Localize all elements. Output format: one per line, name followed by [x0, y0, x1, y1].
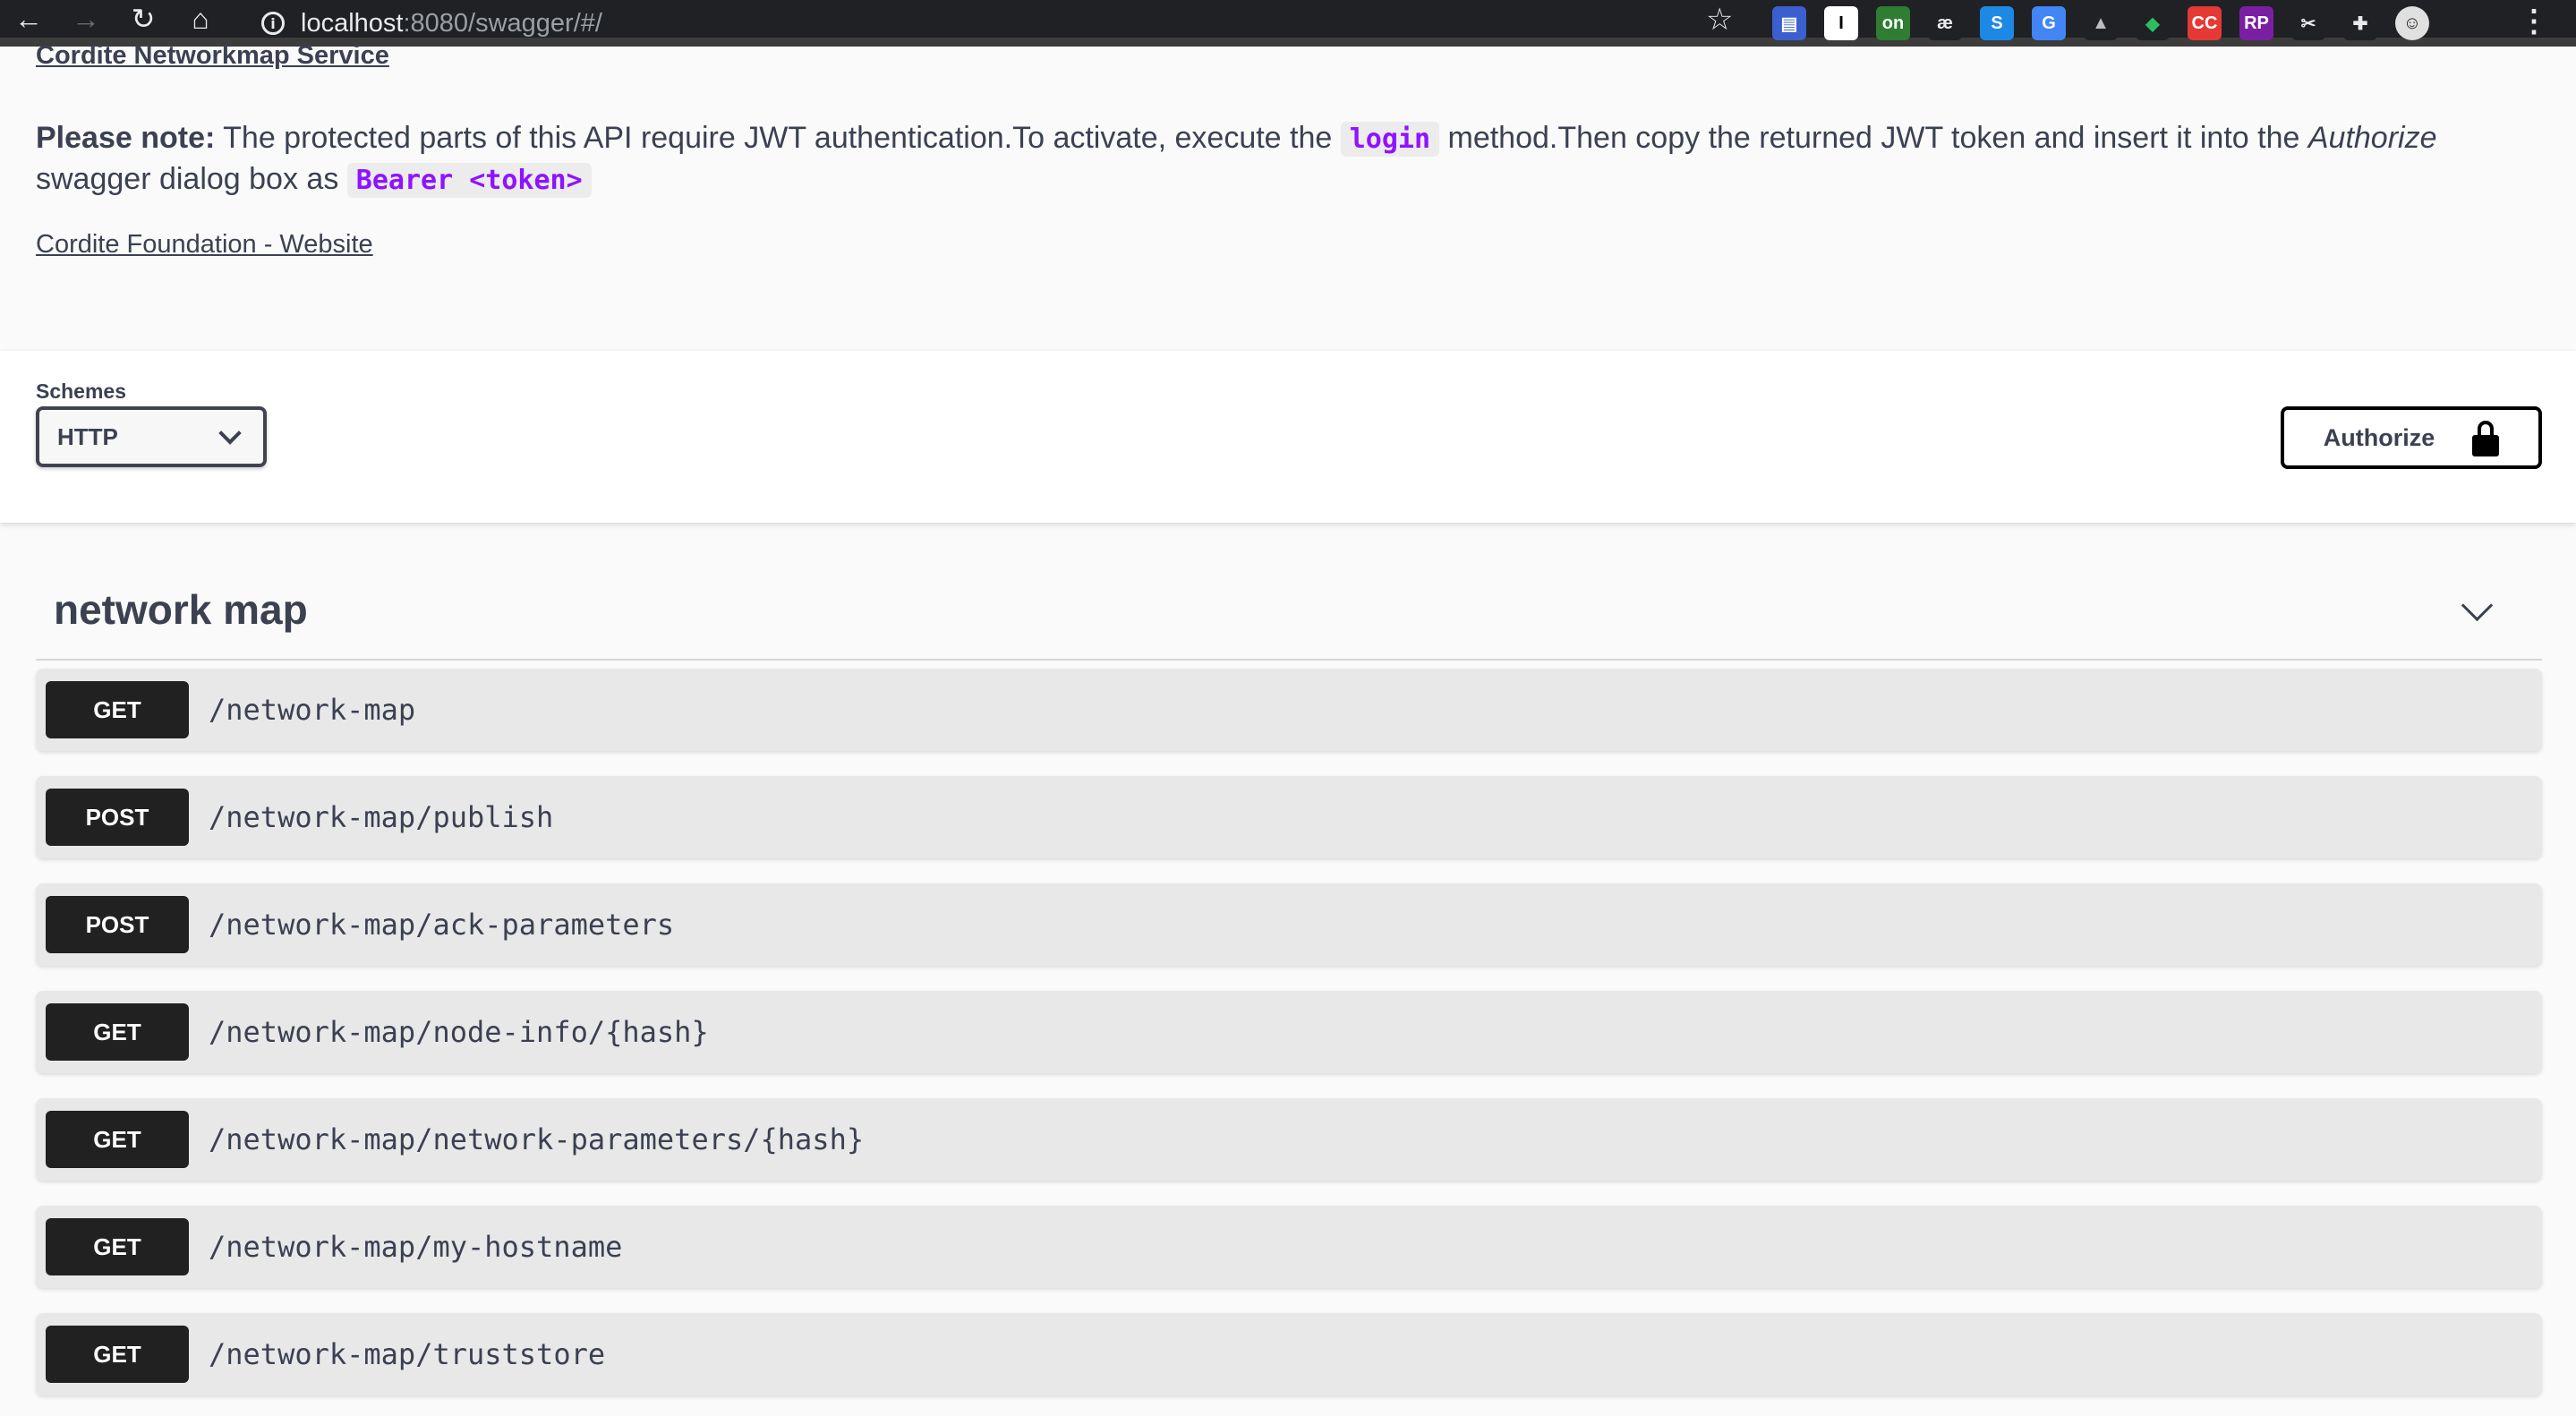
chevron-down-icon — [218, 422, 242, 445]
login-code: login — [1340, 122, 1440, 157]
ext-scissors-icon[interactable]: ✂ — [2291, 6, 2325, 40]
operation-path: /network-map — [209, 693, 416, 727]
bookmark-star-icon[interactable]: ☆ — [1706, 2, 1733, 38]
operation-row[interactable]: GET/network-map/node-info/{hash} — [36, 991, 2542, 1073]
operation-row[interactable]: POST/network-map/ack-parameters — [36, 883, 2542, 966]
operation-path: /network-map/ack-parameters — [209, 908, 675, 942]
scheme-container: Schemes HTTP Authorize — [0, 351, 2576, 523]
ext-ae-icon[interactable]: æ — [1928, 6, 1962, 40]
website-link[interactable]: Cordite Foundation - Website — [36, 230, 373, 260]
extensions-bar: ▤ Ion æ S G ▲ ◆ CC RP ✂ ✚ ☺ — [1772, 4, 2429, 43]
lock-icon — [2472, 421, 2500, 456]
bearer-token-code: Bearer <token> — [346, 163, 592, 198]
authorize-label: Authorize — [2323, 423, 2435, 451]
operation-row[interactable]: GET/network-map/truststore — [36, 1313, 2542, 1395]
ext-cc-icon[interactable]: CC — [2188, 6, 2222, 40]
schemes-select[interactable]: HTTP — [36, 406, 267, 467]
back-arrow-icon[interactable]: ← — [0, 0, 57, 42]
ext-evernote-icon[interactable]: ◆ — [2136, 6, 2170, 40]
ext-puzzle-icon[interactable]: ✚ — [2343, 6, 2377, 40]
url-path: :8080/swagger/#/ — [403, 8, 602, 38]
site-info-icon[interactable]: i — [261, 12, 285, 35]
operation-path: /network-map/publish — [209, 800, 554, 834]
operation-path: /network-map/truststore — [209, 1337, 606, 1371]
ext-on-icon[interactable]: on — [1876, 6, 1910, 40]
address-bar[interactable]: i localhost:8080/swagger/#/ — [261, 5, 602, 41]
auth-note: Please note: The protected parts of this… — [36, 118, 2542, 200]
operation-row[interactable]: POST/network-map/publish — [36, 776, 2542, 858]
home-icon[interactable]: ⌂ — [172, 0, 229, 42]
operation-path: /network-map/node-info/{hash} — [209, 1015, 709, 1049]
note-text-3: swagger dialog box as — [36, 162, 347, 196]
browser-menu-icon[interactable]: ⋮ — [2519, 4, 2549, 39]
method-badge: GET — [46, 1218, 189, 1275]
ext-translate-icon[interactable]: G — [2032, 6, 2066, 40]
reload-icon[interactable]: ↻ — [115, 0, 172, 42]
url-text[interactable]: localhost:8080/swagger/#/ — [301, 9, 602, 38]
operation-row[interactable]: GET/network-map/network-parameters/{hash… — [36, 1098, 2542, 1181]
profile-avatar-icon[interactable]: ☺ — [2395, 6, 2429, 40]
url-host: localhost — [301, 8, 404, 38]
authorize-italic: Authorize — [2307, 121, 2437, 155]
operation-path: /network-map/my-hostname — [209, 1230, 623, 1264]
note-label: Please note: — [36, 121, 216, 155]
method-badge: GET — [46, 1003, 189, 1061]
ext-instapaper-icon[interactable]: I — [1824, 6, 1858, 40]
operation-path: /network-map/network-parameters/{hash} — [209, 1122, 865, 1156]
note-text-2: method.Then copy the returned JWT token … — [1439, 121, 2308, 155]
forward-arrow-icon[interactable]: → — [57, 0, 115, 42]
tag-title: network map — [54, 586, 308, 633]
method-badge: POST — [46, 896, 189, 953]
note-text-1: The protected parts of this API require … — [215, 121, 1341, 155]
tag-header-network-map[interactable]: network map — [36, 576, 2542, 661]
method-badge: POST — [46, 789, 189, 846]
api-info: Cordite Networkmap Service Please note: … — [0, 41, 2576, 351]
ext-drive-icon[interactable]: ▲ — [2084, 6, 2118, 40]
schemes-selected-value: HTTP — [57, 422, 118, 450]
ext-s-icon[interactable]: S — [1980, 6, 2014, 40]
ext-doc-icon[interactable]: ▤ — [1772, 6, 1806, 40]
authorize-button[interactable]: Authorize — [2281, 406, 2542, 469]
chevron-down-icon[interactable] — [2461, 589, 2494, 622]
method-badge: GET — [46, 1111, 189, 1168]
method-badge: GET — [46, 1326, 189, 1383]
schemes-label: Schemes — [36, 380, 127, 403]
operation-row[interactable]: GET/network-map — [36, 669, 2542, 751]
method-badge: GET — [46, 681, 189, 738]
ext-rp-icon[interactable]: RP — [2239, 6, 2273, 40]
operation-row[interactable]: GET/network-map/my-hostname — [36, 1206, 2542, 1288]
service-title-link[interactable]: Cordite Networkmap Service — [36, 39, 389, 72]
